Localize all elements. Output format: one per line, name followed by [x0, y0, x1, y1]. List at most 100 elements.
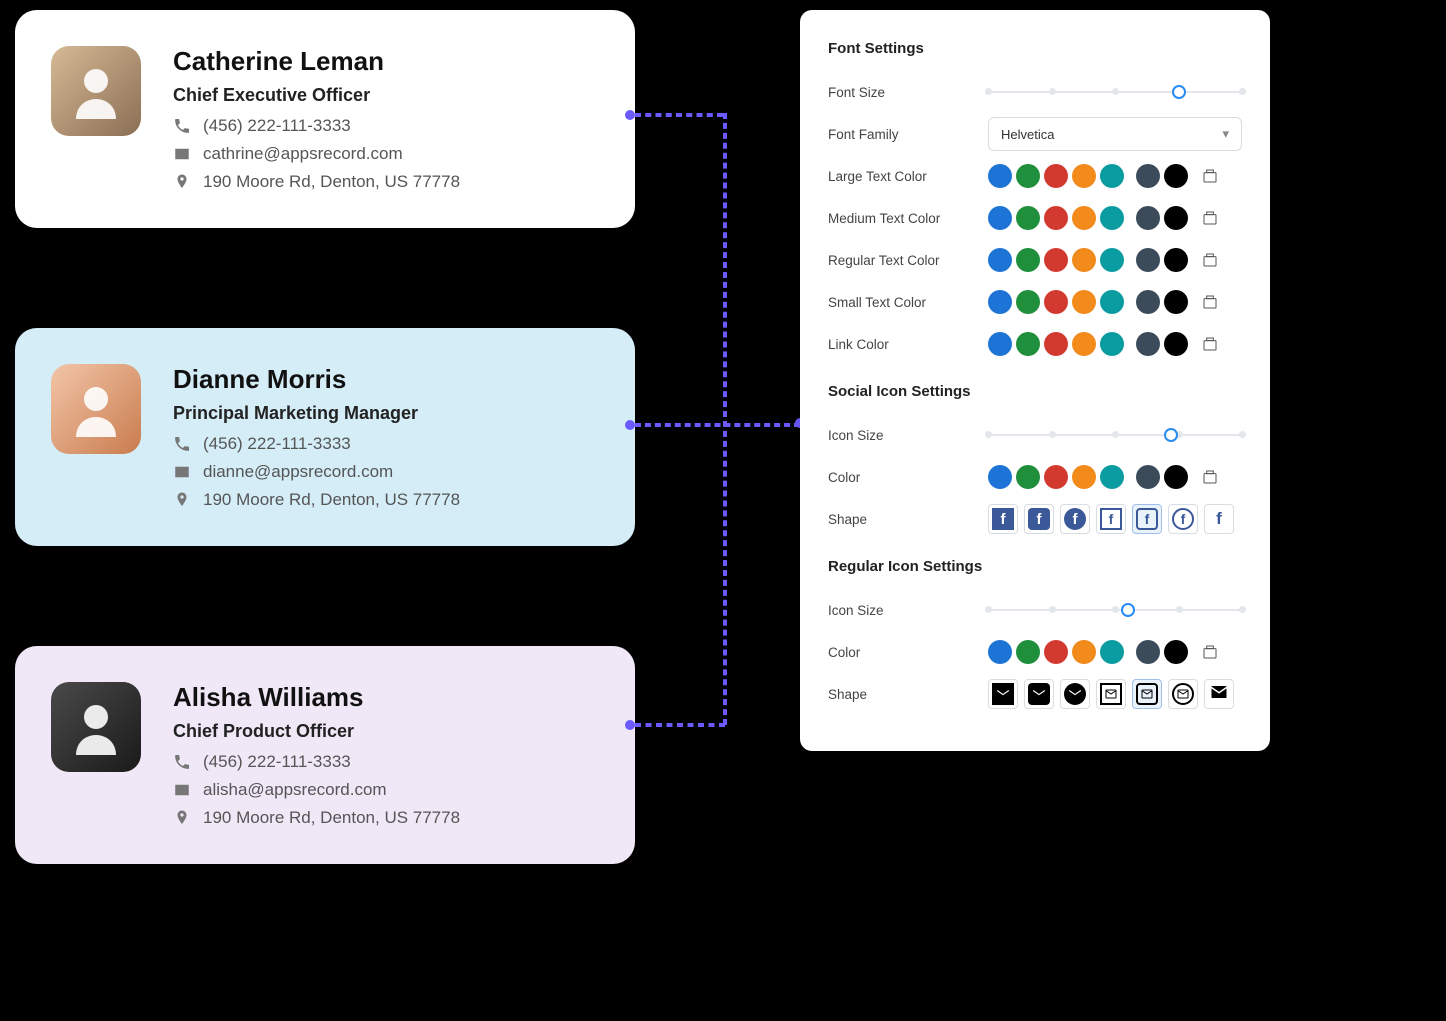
color-swatch[interactable]: [1044, 290, 1068, 314]
color-swatch[interactable]: [1016, 640, 1040, 664]
color-swatch[interactable]: [988, 465, 1012, 489]
shape-square-solid[interactable]: [988, 679, 1018, 709]
color-swatch[interactable]: [1164, 248, 1188, 272]
card-address: 190 Moore Rd, Denton, US 77778: [203, 490, 460, 510]
color-swatch[interactable]: [1016, 465, 1040, 489]
color-swatch[interactable]: [1100, 290, 1124, 314]
color-swatch[interactable]: [1044, 332, 1068, 356]
color-swatch[interactable]: [1044, 248, 1068, 272]
color-swatch[interactable]: [1100, 465, 1124, 489]
custom-color-icon[interactable]: [1200, 166, 1220, 186]
color-swatch[interactable]: [1136, 290, 1160, 314]
color-swatch[interactable]: [988, 290, 1012, 314]
shape-plain[interactable]: f: [1204, 504, 1234, 534]
font-family-value: Helvetica: [1001, 127, 1054, 142]
connector-lines: [635, 0, 805, 830]
color-swatch[interactable]: [1016, 164, 1040, 188]
regular-text-color-label: Regular Text Color: [828, 253, 988, 268]
color-swatch[interactable]: [988, 164, 1012, 188]
color-swatch[interactable]: [1100, 248, 1124, 272]
color-swatch[interactable]: [1016, 206, 1040, 230]
color-swatch[interactable]: [1100, 206, 1124, 230]
social-icon-shape-label: Shape: [828, 512, 988, 527]
color-swatch[interactable]: [1164, 640, 1188, 664]
color-swatch[interactable]: [1016, 332, 1040, 356]
shape-plain[interactable]: [1204, 679, 1234, 709]
shape-circle-outline[interactable]: f: [1168, 504, 1198, 534]
social-icon-size-slider[interactable]: [988, 427, 1242, 443]
shape-square-solid[interactable]: f: [988, 504, 1018, 534]
color-swatch[interactable]: [1100, 640, 1124, 664]
signature-card: Alisha Williams Chief Product Officer (4…: [15, 646, 635, 864]
shape-rounded-outline[interactable]: f: [1132, 504, 1162, 534]
color-swatch[interactable]: [988, 248, 1012, 272]
color-swatch[interactable]: [1072, 465, 1096, 489]
color-swatch[interactable]: [1072, 290, 1096, 314]
custom-color-icon[interactable]: [1200, 250, 1220, 270]
color-swatch[interactable]: [1164, 290, 1188, 314]
color-swatch[interactable]: [1044, 164, 1068, 188]
color-swatch[interactable]: [1016, 248, 1040, 272]
mail-icon: [173, 463, 191, 481]
color-swatch[interactable]: [1100, 164, 1124, 188]
custom-color-icon[interactable]: [1200, 292, 1220, 312]
color-swatch[interactable]: [1164, 206, 1188, 230]
card-email: cathrine@appsrecord.com: [203, 144, 403, 164]
font-size-slider[interactable]: [988, 84, 1242, 100]
color-swatch[interactable]: [1164, 465, 1188, 489]
phone-icon: [173, 117, 191, 135]
pin-icon: [173, 491, 191, 509]
large-text-color-label: Large Text Color: [828, 169, 988, 184]
shape-square-outline[interactable]: [1096, 679, 1126, 709]
color-swatch[interactable]: [1136, 640, 1160, 664]
color-swatch[interactable]: [1072, 164, 1096, 188]
medium-text-color-swatches: [988, 206, 1220, 230]
color-swatch[interactable]: [1164, 332, 1188, 356]
regular-icon-size-slider[interactable]: [988, 602, 1242, 618]
shape-circle-solid[interactable]: [1060, 679, 1090, 709]
card-address: 190 Moore Rd, Denton, US 77778: [203, 808, 460, 828]
shape-rounded-solid[interactable]: f: [1024, 504, 1054, 534]
social-icon-size-label: Icon Size: [828, 428, 988, 443]
color-swatch[interactable]: [988, 640, 1012, 664]
custom-color-icon[interactable]: [1200, 467, 1220, 487]
shape-circle-solid[interactable]: f: [1060, 504, 1090, 534]
regular-shape-options: [988, 679, 1234, 709]
color-swatch[interactable]: [988, 332, 1012, 356]
color-swatch[interactable]: [1016, 290, 1040, 314]
shape-circle-outline[interactable]: [1168, 679, 1198, 709]
font-family-label: Font Family: [828, 127, 988, 142]
color-swatch[interactable]: [988, 206, 1012, 230]
color-swatch[interactable]: [1072, 248, 1096, 272]
color-swatch[interactable]: [1044, 640, 1068, 664]
shape-rounded-solid[interactable]: [1024, 679, 1054, 709]
custom-color-icon[interactable]: [1200, 208, 1220, 228]
regular-icon-size-label: Icon Size: [828, 603, 988, 618]
card-address: 190 Moore Rd, Denton, US 77778: [203, 172, 460, 192]
card-name: Alisha Williams: [173, 682, 599, 713]
color-swatch[interactable]: [1164, 164, 1188, 188]
card-phone: (456) 222-111-3333: [203, 434, 351, 454]
color-swatch[interactable]: [1044, 465, 1068, 489]
shape-square-outline[interactable]: f: [1096, 504, 1126, 534]
custom-color-icon[interactable]: [1200, 334, 1220, 354]
color-swatch[interactable]: [1136, 206, 1160, 230]
color-swatch[interactable]: [1072, 332, 1096, 356]
custom-color-icon[interactable]: [1200, 642, 1220, 662]
link-color-label: Link Color: [828, 337, 988, 352]
card-name: Catherine Leman: [173, 46, 599, 77]
color-swatch[interactable]: [1044, 206, 1068, 230]
color-swatch[interactable]: [1136, 248, 1160, 272]
card-title: Chief Executive Officer: [173, 85, 599, 106]
card-phone: (456) 222-111-3333: [203, 116, 351, 136]
color-swatch[interactable]: [1100, 332, 1124, 356]
color-swatch[interactable]: [1136, 332, 1160, 356]
medium-text-color-label: Medium Text Color: [828, 211, 988, 226]
regular-icon-shape-label: Shape: [828, 687, 988, 702]
color-swatch[interactable]: [1136, 465, 1160, 489]
color-swatch[interactable]: [1072, 206, 1096, 230]
shape-rounded-outline[interactable]: [1132, 679, 1162, 709]
color-swatch[interactable]: [1072, 640, 1096, 664]
color-swatch[interactable]: [1136, 164, 1160, 188]
font-family-select[interactable]: Helvetica ▾: [988, 117, 1242, 151]
